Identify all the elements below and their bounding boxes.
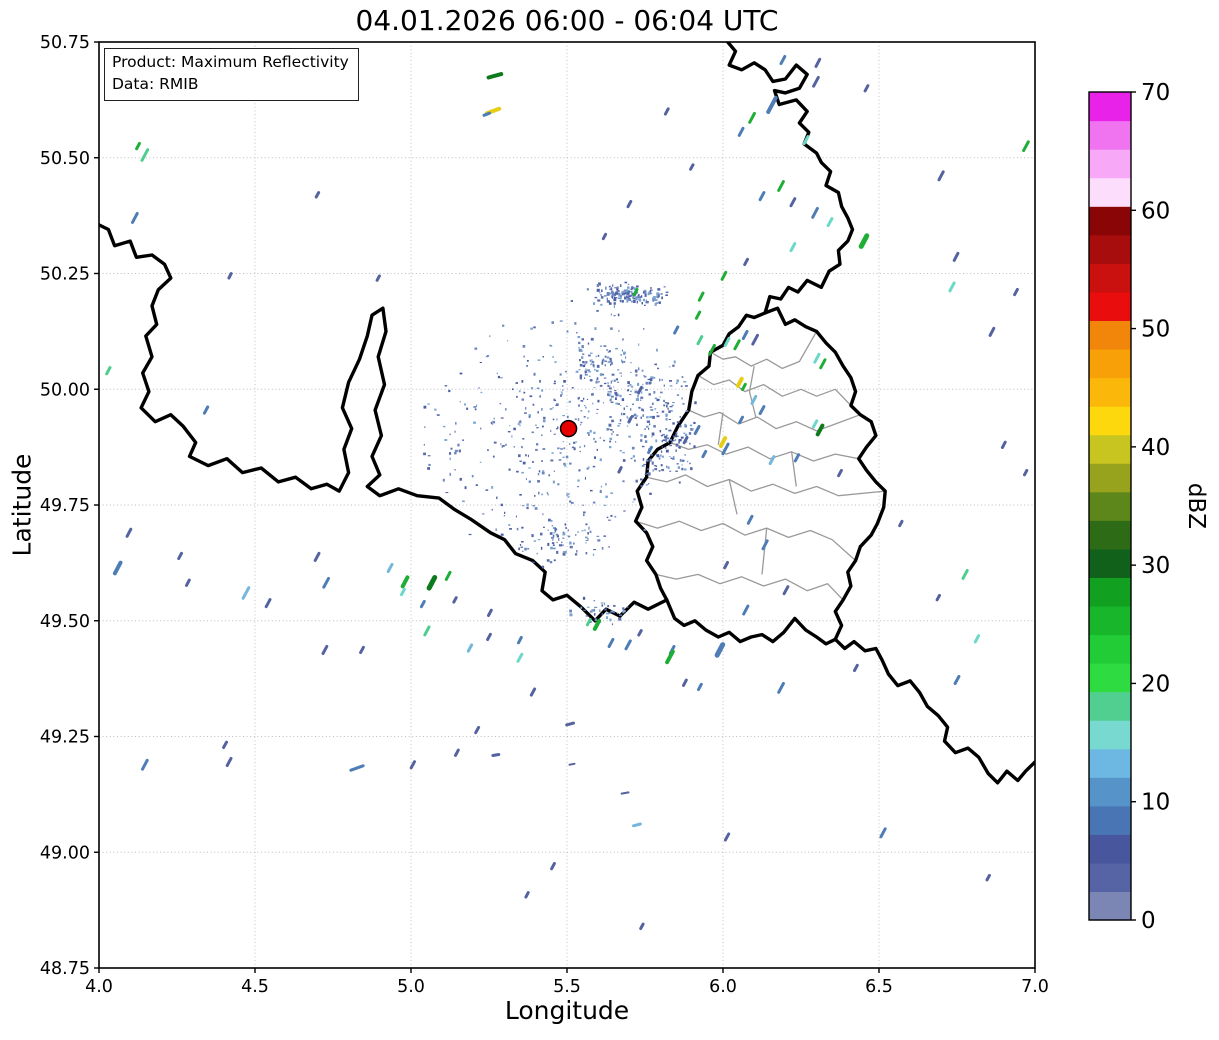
colorbar-segment: [1089, 834, 1131, 864]
info-box: Product: Maximum Reflectivity Data: RMIB: [104, 48, 359, 101]
y-tick-label: 50.50: [40, 149, 90, 169]
colorbar-segment: [1089, 548, 1131, 578]
radar-echo-streaks: [105, 55, 1030, 930]
y-tick-label: 49.50: [40, 612, 90, 632]
y-tick-label: 48.75: [40, 959, 90, 979]
colorbar-segment: [1089, 234, 1131, 264]
colorbar: [1088, 91, 1136, 921]
colorbar-label: dBZ: [1183, 482, 1209, 530]
colorbar-tick-label: 50: [1141, 317, 1170, 343]
info-data-line: Data: RMIB: [112, 75, 199, 94]
colorbar-segment: [1089, 891, 1131, 921]
border-luxembourg: [633, 306, 887, 646]
colorbar-segment: [1089, 120, 1131, 150]
border-belgium-germany: [726, 42, 855, 315]
colorbar-segment: [1089, 862, 1131, 893]
x-tick-label: 6.5: [865, 977, 893, 997]
colorbar-tick-label: 60: [1141, 198, 1170, 224]
colorbar-segment: [1089, 463, 1131, 493]
x-axis-label: Longitude: [504, 996, 630, 1025]
colorbar-tick-label: 30: [1141, 553, 1170, 579]
colorbar-segment: [1089, 720, 1131, 750]
info-product-line: Product: Maximum Reflectivity: [112, 53, 349, 71]
y-axis-label: Latitude: [7, 453, 37, 557]
colorbar-segment: [1089, 377, 1131, 407]
colorbar-tick-labels: 0 10 20 30 40 50 60 70: [1141, 80, 1170, 934]
grid-lines: [98, 41, 1036, 969]
y-tick-label: 50.25: [40, 265, 90, 285]
axis-ticks: [94, 41, 1036, 973]
colorbar-segment: [1089, 206, 1131, 236]
map-plot-canvas: 4.0 4.5 5.0 5.5 6.0 6.5 7.0 48.75 49.00 49.25 49.5…: [40, 33, 1170, 997]
x-tick-label: 7.0: [1021, 977, 1049, 997]
colorbar-segment: [1089, 434, 1131, 464]
colorbar-segment: [1089, 92, 1131, 122]
colorbar-segment: [1089, 577, 1131, 607]
colorbar-segment: [1089, 691, 1131, 721]
colorbar-segment: [1089, 520, 1131, 550]
y-tick-label: 49.25: [40, 728, 90, 748]
x-tick-label: 4.5: [241, 977, 269, 997]
colorbar-segment: [1089, 149, 1131, 179]
y-tick-label: 50.75: [40, 33, 90, 53]
radar-map-figure: 4.0 4.5 5.0 5.5 6.0 6.5 7.0 48.75 49.00 49.25 49.5…: [0, 0, 1219, 1040]
colorbar-tick-label: 0: [1141, 908, 1156, 934]
colorbar-segment: [1089, 491, 1131, 521]
echo-speckle-patches: [521, 281, 696, 626]
colorbar-segment: [1089, 805, 1131, 835]
x-tick-label: 5.0: [397, 977, 425, 997]
radar-location-marker: [559, 419, 578, 438]
x-tick-label: 6.0: [709, 977, 737, 997]
colorbar-segment: [1089, 605, 1131, 636]
plot-title: 04.01.2026 06:00 - 06:04 UTC: [355, 4, 779, 37]
y-tick-label: 49.75: [40, 496, 90, 516]
colorbar-segment: [1089, 177, 1131, 207]
colorbar-tick-label: 40: [1141, 435, 1170, 461]
colorbar-tick-label: 20: [1141, 671, 1170, 697]
colorbar-tick-label: 10: [1141, 790, 1170, 816]
x-tick-label: 4.0: [85, 977, 113, 997]
border-france-germany: [833, 637, 1035, 785]
colorbar-segment: [1089, 406, 1131, 436]
colorbar-segment: [1089, 777, 1131, 807]
axis-tick-labels: 4.0 4.5 5.0 5.5 6.0 6.5 7.0 48.75 49.00 49.25 49.5…: [40, 33, 1049, 997]
radar-ground-clutter: [423, 300, 697, 562]
colorbar-segment: [1089, 748, 1131, 778]
x-tick-label: 5.5: [553, 977, 581, 997]
colorbar-segment: [1089, 634, 1131, 664]
colorbar-segment: [1089, 320, 1131, 350]
colorbar-segment: [1089, 663, 1131, 693]
colorbar-segment: [1089, 291, 1131, 322]
colorbar-segment: [1089, 348, 1131, 379]
colorbar-tick-label: 70: [1141, 80, 1170, 106]
y-tick-label: 50.00: [40, 380, 90, 400]
y-tick-label: 49.00: [40, 843, 90, 863]
national-borders: [99, 42, 1035, 785]
colorbar-segment: [1089, 263, 1131, 293]
